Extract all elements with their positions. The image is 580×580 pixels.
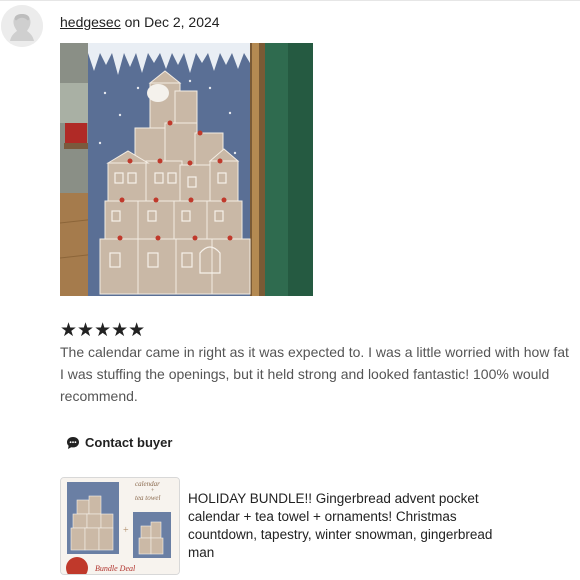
bundle-product-image: + calendar + tea towel Bundle Deal bbox=[61, 478, 179, 574]
product-thumbnail[interactable]: + calendar + tea towel Bundle Deal bbox=[60, 477, 180, 575]
review-text: The calendar came in right as it was exp… bbox=[60, 344, 569, 404]
contact-buyer-label: Contact buyer bbox=[85, 435, 173, 450]
star-rating: ★★★★★ bbox=[60, 320, 146, 341]
thumb-bundle-badge: Bundle Deal bbox=[95, 564, 136, 573]
review-photo[interactable] bbox=[60, 43, 313, 296]
review-item: hedgesec on Dec 2, 2024 ★★★★★ The calend… bbox=[0, 0, 580, 580]
advent-calendar-photo bbox=[60, 43, 313, 296]
thumb-calendar-label: calendar bbox=[135, 480, 160, 488]
review-header: hedgesec on Dec 2, 2024 bbox=[60, 14, 220, 30]
thumb-towel-label: tea towel bbox=[135, 494, 161, 502]
chat-bubble-icon bbox=[66, 436, 80, 450]
user-silhouette-icon bbox=[1, 5, 43, 47]
review-date: Dec 2, 2024 bbox=[144, 14, 220, 30]
contact-buyer-button[interactable]: Contact buyer bbox=[66, 435, 172, 450]
reviewer-username[interactable]: hedgesec bbox=[60, 14, 121, 30]
product-title-link[interactable]: HOLIDAY BUNDLE!! Gingerbread advent pock… bbox=[188, 490, 498, 562]
reviewer-avatar[interactable] bbox=[1, 5, 43, 47]
thumb-plus: + bbox=[123, 525, 129, 536]
date-prefix: on bbox=[124, 14, 141, 30]
